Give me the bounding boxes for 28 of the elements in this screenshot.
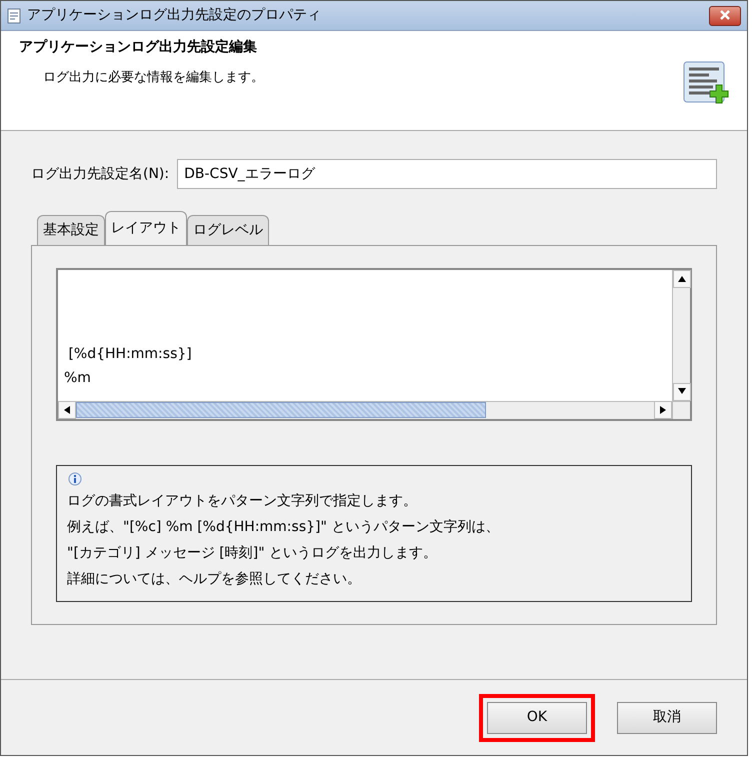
scroll-right-button[interactable] bbox=[654, 401, 672, 420]
scroll-up-button[interactable] bbox=[673, 270, 691, 288]
up-arrow-icon bbox=[678, 276, 686, 282]
header-title: アプリケーションログ出力先設定編集 bbox=[19, 38, 258, 57]
down-arrow-icon bbox=[678, 388, 686, 394]
info-text: 詳細については、ヘルプを参照してください。 bbox=[67, 570, 362, 589]
tab[interactable]: ログレベル bbox=[187, 215, 269, 245]
close-icon bbox=[719, 10, 731, 20]
scroll-down-button[interactable] bbox=[673, 382, 691, 401]
name-label: ログ出力先設定名(N): bbox=[31, 164, 170, 184]
right-arrow-icon bbox=[660, 406, 666, 414]
left-arrow-icon bbox=[64, 406, 70, 414]
dialog-button[interactable]: OK bbox=[487, 702, 587, 734]
dialog-button[interactable]: 取消 bbox=[617, 702, 717, 734]
info-text: 例えば、"[%c] %m [%d{HH:mm:ss}]" というパターン文字列は、 bbox=[67, 518, 500, 537]
close-button[interactable] bbox=[709, 6, 741, 26]
info-text: "[カテゴリ] メッセージ [時刻]" というログを出力します。 bbox=[67, 544, 438, 563]
pattern-text: [%d{HH:mm:ss}] %m bbox=[63, 345, 193, 388]
window-title: アプリケーションログ出力先設定のプロパティ bbox=[27, 6, 321, 25]
scrollbar-thumb[interactable] bbox=[76, 402, 486, 418]
info-text: ログの書式レイアウトをパターン文字列で指定します。 bbox=[67, 492, 418, 511]
name-field[interactable]: DB-CSV_エラーログ bbox=[177, 159, 717, 189]
tab[interactable]: レイアウト bbox=[105, 211, 187, 245]
info-icon bbox=[67, 472, 83, 488]
tab[interactable]: 基本設定 bbox=[37, 215, 105, 245]
document-icon bbox=[7, 8, 21, 24]
scroll-left-button[interactable] bbox=[58, 401, 76, 420]
header-description: ログ出力に必要な情報を編集します。 bbox=[42, 69, 265, 87]
